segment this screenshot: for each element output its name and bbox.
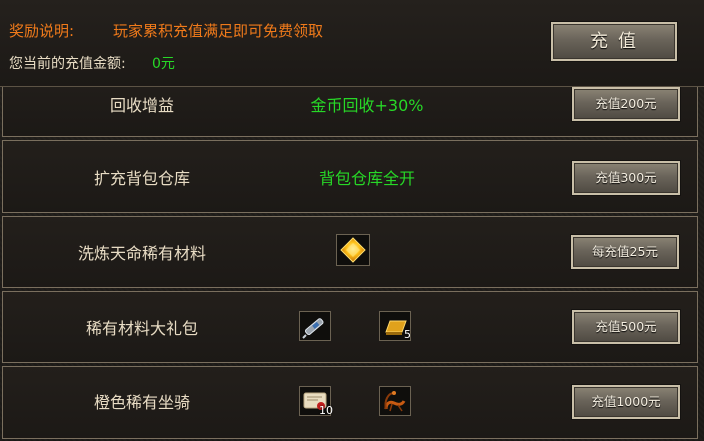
recharge-500-button[interactable]: 充值500元	[572, 310, 680, 344]
scorpion-mount-icon[interactable]	[379, 386, 411, 416]
item-count: 5	[404, 328, 411, 341]
current-amount-label: 您当前的充值金额:	[9, 56, 126, 72]
reward-title: 回收增益	[109, 96, 174, 115]
recharge-every-25-button[interactable]: 每充值25元	[571, 235, 679, 269]
recharge-300-button[interactable]: 充值300元	[572, 161, 680, 195]
recharge-1000-button[interactable]: 充值1000元	[572, 385, 680, 419]
reward-info-label: 奖励说明:	[9, 22, 75, 40]
reward-row-material-pack: 稀有材料大礼包 5 充值500元	[2, 291, 698, 363]
recharge-200-button[interactable]: 充值200元	[572, 87, 680, 121]
reward-row-bag-storage: 扩充背包仓库 背包仓库全开 充值300元	[2, 140, 698, 213]
reward-row-refine-material: 洗炼天命稀有材料 每充值25元	[2, 216, 698, 288]
syringe-icon[interactable]	[299, 311, 331, 341]
reward-description: 金币回收+30%	[310, 96, 424, 115]
reward-description: 背包仓库全开	[318, 169, 415, 188]
reward-title: 扩充背包仓库	[93, 169, 190, 188]
reward-header: 奖励说明: 玩家累积充值满足即可免费领取 您当前的充值金额: 0元 充值	[0, 0, 704, 87]
reward-info-text: 玩家累积充值满足即可免费领取	[113, 22, 324, 40]
reward-title: 稀有材料大礼包	[85, 319, 198, 338]
reward-title: 橙色稀有坐骑	[93, 393, 190, 412]
recharge-button[interactable]: 充值	[551, 22, 677, 61]
item-count: 10	[319, 404, 333, 417]
current-amount-value: 0元	[152, 56, 175, 72]
reward-title: 洗炼天命稀有材料	[77, 244, 206, 263]
gold-gem-icon[interactable]	[336, 234, 370, 266]
reward-row-orange-mount: 橙色稀有坐骑 10 充值1000元	[2, 366, 698, 439]
